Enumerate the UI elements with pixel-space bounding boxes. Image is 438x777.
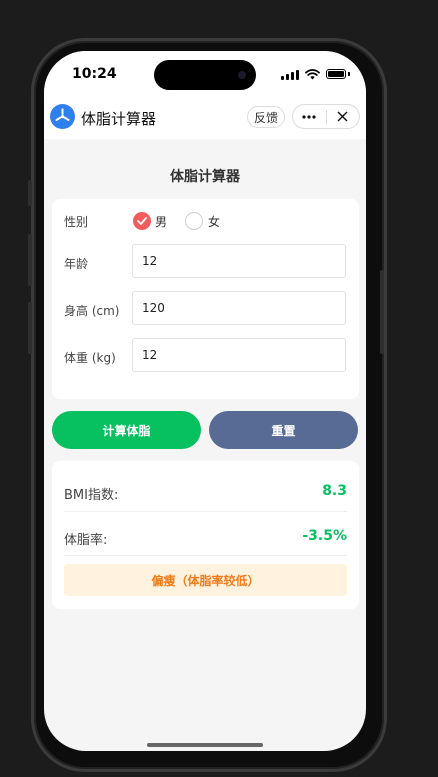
gender-label: 性别: [64, 215, 89, 229]
gender-option-male-label: 男: [155, 215, 168, 229]
height-label: 身高 (cm): [64, 304, 120, 318]
age-input[interactable]: [132, 244, 346, 278]
input-form-card: 性别 男 女 年龄 身高 (cm) 体重 (kg): [52, 199, 359, 399]
result-divider: [64, 555, 347, 556]
mini-program-nav-bar: 体脂计算器 反馈: [44, 99, 366, 139]
checkmark-icon: [137, 217, 147, 225]
calculate-button[interactable]: 计算体脂: [52, 411, 201, 449]
gender-radio-female[interactable]: [185, 212, 203, 230]
weight-input[interactable]: [132, 338, 346, 372]
status-icons: [281, 67, 350, 81]
status-bar: 10:24: [44, 51, 366, 99]
bmi-value: 8.3: [322, 483, 347, 499]
dynamic-island: [154, 60, 256, 90]
volume-down-side-button: [28, 302, 32, 354]
status-time: 10:24: [72, 66, 117, 82]
bodyfat-value: -3.5%: [302, 528, 347, 544]
phone-screen: 10:24 体脂计算器 反馈 体脂计算器 性别 男 女 年龄 12 身高 (cm…: [44, 51, 366, 751]
cellular-signal-icon: [281, 69, 299, 80]
volume-up-side-button: [28, 234, 32, 286]
more-button[interactable]: [293, 105, 326, 128]
app-logo-icon: [50, 104, 75, 129]
power-side-button: [380, 270, 384, 354]
gender-radio-male[interactable]: [133, 212, 151, 230]
result-card: BMI指数: 8.3 体脂率: -3.5% 偏瘦（体脂率较低）: [52, 461, 359, 609]
reset-button[interactable]: 重置: [209, 411, 358, 449]
result-divider: [64, 511, 347, 512]
page-title: 体脂计算器: [170, 169, 240, 185]
more-dots-icon: [302, 114, 316, 119]
action-side-button: [28, 180, 32, 206]
battery-tip: [348, 72, 350, 76]
battery-icon: [326, 69, 346, 79]
gender-option-female-label: 女: [208, 215, 221, 229]
bodyfat-label: 体脂率:: [64, 533, 108, 548]
bmi-label: BMI指数:: [64, 488, 119, 503]
app-title: 体脂计算器: [81, 110, 157, 128]
close-button[interactable]: [327, 105, 360, 128]
home-indicator[interactable]: [147, 743, 263, 747]
feedback-button[interactable]: 反馈: [247, 106, 285, 128]
menu-capsule: [292, 104, 360, 129]
bodyfat-status-badge: 偏瘦（体脂率较低）: [64, 564, 347, 596]
wifi-icon: [305, 68, 320, 79]
height-input[interactable]: [132, 291, 346, 325]
close-icon: [337, 111, 348, 122]
front-camera: [238, 71, 246, 79]
age-label: 年龄: [64, 257, 89, 271]
weight-label: 体重 (kg): [64, 351, 116, 365]
